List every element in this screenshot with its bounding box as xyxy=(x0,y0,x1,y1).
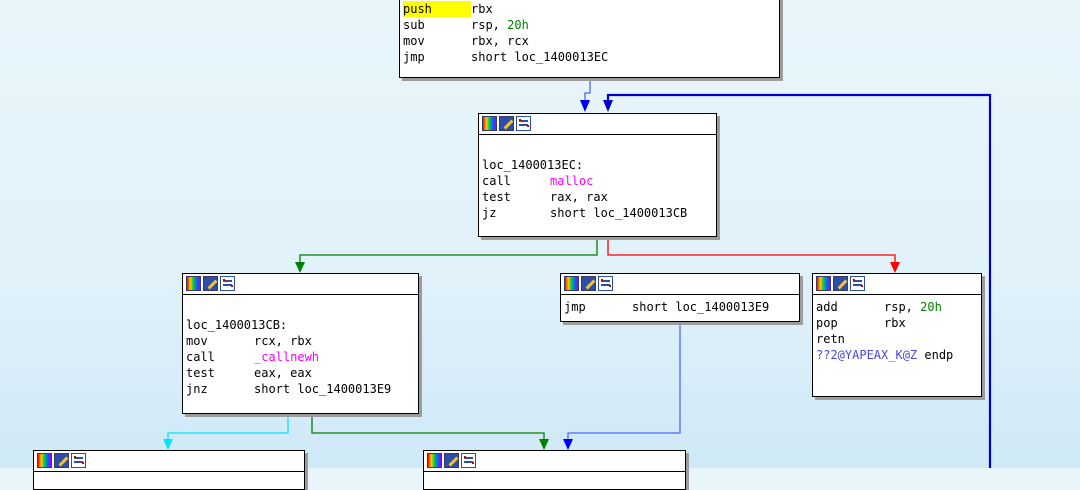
basic-block-loc-1400013cb[interactable]: loc_1400013CB: mov rcx, rbx call _callnewh… xyxy=(182,273,419,414)
immediate-value: 20h xyxy=(507,18,529,32)
operands: rbx xyxy=(884,316,906,330)
mnemonic: call xyxy=(186,350,215,364)
mnemonic: retn xyxy=(816,332,845,346)
edge-jz-false-arrow xyxy=(890,262,900,273)
edge-jnz-true-arrow xyxy=(539,439,549,450)
mnemonic: sub xyxy=(403,18,425,32)
instruction-line[interactable]: pop rbx xyxy=(816,315,978,331)
operands: _callnewh xyxy=(254,350,320,364)
operands: short loc_1400013EC xyxy=(471,50,609,64)
graph-color-icon[interactable] xyxy=(37,453,52,468)
mnemonic: call xyxy=(482,174,511,188)
xref-list-icon[interactable] xyxy=(598,276,613,291)
instruction-line[interactable]: jz short loc_1400013CB xyxy=(482,205,713,221)
instruction-line[interactable]: add rsp, 20h xyxy=(816,299,978,315)
graph-color-icon[interactable] xyxy=(427,453,442,468)
operands: rcx, rbx xyxy=(254,334,312,348)
block-header xyxy=(424,451,685,472)
mnemonic: jnz xyxy=(186,382,208,396)
edge-jz-true xyxy=(299,237,598,266)
immediate-value: 20h xyxy=(920,300,942,314)
endp-line[interactable]: ??2@YAPEAX_K@Z endp xyxy=(816,347,978,363)
edge-jmp-to-target-arrow xyxy=(563,439,573,450)
rename-pencil-icon[interactable] xyxy=(581,276,596,291)
instruction-line[interactable]: jmp short loc_1400013EC xyxy=(403,49,776,65)
instruction-line[interactable]: mov rcx, rbx xyxy=(186,333,415,349)
operands: rsp, xyxy=(884,300,921,314)
function-symbol: ??2@YAPEAX_K@Z xyxy=(816,348,918,362)
block-header xyxy=(479,114,716,135)
operands: eax, eax xyxy=(254,366,312,380)
operands: rsp, xyxy=(471,18,508,32)
rename-pencil-icon[interactable] xyxy=(444,453,459,468)
edge-jz-true-arrow xyxy=(295,262,305,273)
rename-pencil-icon[interactable] xyxy=(833,276,848,291)
edge-jnz-true xyxy=(311,414,545,443)
basic-block-loc-1400013ec[interactable]: loc_1400013EC: call malloc test rax, rax j… xyxy=(478,113,717,237)
operands: malloc xyxy=(550,174,594,188)
xref-list-icon[interactable] xyxy=(461,453,476,468)
mnemonic: pop xyxy=(816,316,838,330)
instruction-line[interactable]: test rax, rax xyxy=(482,189,713,205)
block-header xyxy=(183,274,418,295)
graph-color-icon[interactable] xyxy=(482,116,497,131)
xref-list-icon[interactable] xyxy=(850,276,865,291)
operands: short loc_1400013CB xyxy=(550,206,688,220)
mnemonic: add xyxy=(816,300,838,314)
edge-loop-back-arrow xyxy=(603,100,613,112)
operands: rbx, rcx xyxy=(471,34,529,48)
operands: short loc_1400013E9 xyxy=(254,382,392,396)
rename-pencil-icon[interactable] xyxy=(499,116,514,131)
edge-entry-to-loop-arrow xyxy=(580,100,590,112)
graph-color-icon[interactable] xyxy=(816,276,831,291)
operands: rax, rax xyxy=(550,190,608,204)
graph-color-icon[interactable] xyxy=(186,276,201,291)
rename-pencil-icon[interactable] xyxy=(54,453,69,468)
instruction-line[interactable]: jmp short loc_1400013E9 xyxy=(564,299,796,315)
mnemonic: mov xyxy=(403,34,425,48)
mnemonic: push xyxy=(403,1,471,17)
edge-jz-false xyxy=(607,237,896,266)
edge-jmp-to-target xyxy=(567,322,681,443)
basic-block-loc-1400013e9[interactable] xyxy=(423,450,686,490)
mnemonic: jz xyxy=(482,206,497,220)
instruction-line[interactable]: sub rsp, 20h xyxy=(403,17,776,33)
block-label[interactable]: loc_1400013EC: xyxy=(482,157,713,173)
block-header xyxy=(561,274,799,295)
mnemonic: mov xyxy=(186,334,208,348)
instruction-line[interactable]: retn xyxy=(816,331,978,347)
mnemonic: test xyxy=(186,366,215,380)
instruction-line[interactable]: test eax, eax xyxy=(186,365,415,381)
rename-pencil-icon[interactable] xyxy=(203,276,218,291)
instruction-line[interactable]: push rbx xyxy=(403,1,776,17)
xref-list-icon[interactable] xyxy=(516,116,531,131)
operands: rbx xyxy=(471,2,493,16)
xref-list-icon[interactable] xyxy=(71,453,86,468)
edge-jnz-false xyxy=(167,414,289,443)
mnemonic: jmp xyxy=(564,300,586,314)
xref-list-icon[interactable] xyxy=(220,276,235,291)
edge-jnz-false-arrow xyxy=(163,439,173,450)
instruction-line[interactable]: jnz short loc_1400013E9 xyxy=(186,381,415,397)
mnemonic: jmp xyxy=(403,50,425,64)
block-header xyxy=(34,451,304,472)
block-label[interactable]: loc_1400013CB: xyxy=(186,317,415,333)
operands: short loc_1400013E9 xyxy=(632,300,770,314)
endp-keyword: endp xyxy=(917,348,954,362)
basic-block-entry[interactable]: push rbx sub rsp, 20h mov rbx, rcx jmp short… xyxy=(399,0,780,78)
basic-block-return[interactable]: add rsp, 20h pop rbx retn ??2@YAPEAX_K@Z e… xyxy=(812,273,982,397)
graph-color-icon[interactable] xyxy=(564,276,579,291)
basic-block-bottom-left[interactable] xyxy=(33,450,305,490)
basic-block-jmp[interactable]: jmp short loc_1400013E9 xyxy=(560,273,800,322)
instruction-line[interactable]: mov rbx, rcx xyxy=(403,33,776,49)
instruction-line[interactable]: call malloc xyxy=(482,173,713,189)
block-header xyxy=(813,274,981,295)
mnemonic: test xyxy=(482,190,511,204)
instruction-line[interactable]: call _callnewh xyxy=(186,349,415,365)
